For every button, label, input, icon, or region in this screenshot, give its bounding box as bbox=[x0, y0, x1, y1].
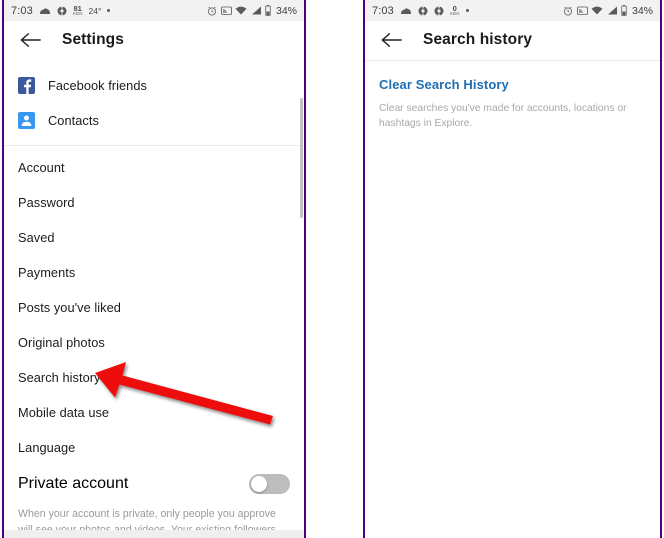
status-bar-left-group: 7:03 0 KB/s bbox=[372, 4, 469, 17]
section-divider bbox=[4, 145, 304, 146]
facebook-icon bbox=[18, 77, 35, 94]
status-time: 7:03 bbox=[11, 4, 33, 17]
sidebar-item-password[interactable]: Password bbox=[4, 185, 304, 220]
page-title: Search history bbox=[423, 31, 533, 48]
sidebar-item-label: Language bbox=[18, 440, 76, 455]
sidebar-item-label: Saved bbox=[18, 230, 55, 245]
sidebar-item-label: Facebook friends bbox=[48, 78, 147, 93]
clear-search-history-description: Clear searches you've made for accounts,… bbox=[379, 103, 627, 129]
sidebar-item-label: Payments bbox=[18, 265, 76, 280]
status-bar-left-group: 7:03 81 KB/s 24° bbox=[11, 4, 111, 17]
network-speed-unit: KB/s bbox=[449, 10, 460, 16]
dot-icon bbox=[107, 9, 111, 12]
alarm-clock-icon bbox=[563, 6, 573, 16]
sidebar-item-contacts[interactable]: Contacts bbox=[4, 103, 304, 138]
sidebar-item-original-photos[interactable]: Original photos bbox=[4, 325, 304, 360]
sidebar-item-facebook-friends[interactable]: Facebook friends bbox=[4, 68, 304, 103]
clipped-row-above bbox=[4, 60, 304, 68]
sidebar-item-label: Original photos bbox=[18, 335, 105, 350]
left-app-bar: Settings bbox=[4, 21, 304, 60]
dot-icon bbox=[465, 9, 469, 12]
battery-icon bbox=[265, 5, 272, 16]
network-speed-indicator: 81 KB/s bbox=[72, 4, 83, 16]
screenshot-stage: 7:03 81 KB/s 24° 34% Settings Facebook f… bbox=[0, 0, 664, 538]
wifi-icon bbox=[235, 6, 247, 15]
cast-icon bbox=[577, 6, 588, 16]
back-arrow-icon[interactable] bbox=[378, 27, 404, 53]
battery-percent: 34% bbox=[631, 4, 653, 17]
alarm-clock-icon bbox=[207, 6, 217, 16]
sidebar-item-label: Posts you've liked bbox=[18, 300, 121, 315]
signal-icon bbox=[251, 6, 262, 15]
sidebar-item-label: Mobile data use bbox=[18, 405, 110, 420]
status-bar-right-group: 34% bbox=[563, 5, 653, 17]
sidebar-item-payments[interactable]: Payments bbox=[4, 255, 304, 290]
sidebar-item-label: Account bbox=[18, 160, 65, 175]
private-account-label: Private account bbox=[18, 474, 129, 492]
sidebar-item-language[interactable]: Language bbox=[4, 430, 304, 465]
settings-scroll-area[interactable]: Facebook friends Contacts Account Passwo… bbox=[4, 60, 304, 538]
vertical-scrollbar[interactable] bbox=[300, 98, 303, 218]
status-bar-right-group: 34% bbox=[207, 5, 297, 17]
network-speed-unit: KB/s bbox=[72, 10, 83, 16]
battery-percent: 34% bbox=[275, 4, 297, 17]
private-account-toggle[interactable] bbox=[249, 473, 290, 494]
battery-icon bbox=[621, 5, 628, 16]
temperature-indicator: 24° bbox=[88, 5, 102, 16]
sidebar-item-posts-youve-liked[interactable]: Posts you've liked bbox=[4, 290, 304, 325]
cloud-icon bbox=[39, 7, 51, 15]
cloud-icon bbox=[400, 7, 412, 15]
wifi-icon bbox=[591, 6, 603, 15]
sidebar-item-search-history[interactable]: Search history bbox=[4, 360, 304, 395]
page-title: Settings bbox=[62, 31, 124, 48]
cast-icon bbox=[221, 6, 232, 16]
search-history-content: Clear Search History Clear searches you'… bbox=[365, 61, 660, 538]
left-phone-frame: 7:03 81 KB/s 24° 34% Settings Facebook f… bbox=[2, 0, 306, 538]
signal-icon bbox=[607, 6, 618, 15]
toggle-knob bbox=[251, 475, 267, 492]
sidebar-item-mobile-data-use[interactable]: Mobile data use bbox=[4, 395, 304, 430]
status-time: 7:03 bbox=[372, 4, 394, 17]
private-account-row[interactable]: Private account bbox=[4, 465, 304, 502]
gear-icon bbox=[418, 5, 428, 16]
sidebar-item-label: Password bbox=[18, 195, 75, 210]
sidebar-item-label: Search history bbox=[18, 370, 101, 385]
sidebar-item-saved[interactable]: Saved bbox=[4, 220, 304, 255]
right-app-bar: Search history bbox=[365, 21, 660, 60]
back-arrow-icon[interactable] bbox=[17, 27, 43, 53]
sidebar-item-account[interactable]: Account bbox=[4, 150, 304, 185]
gear-icon bbox=[57, 5, 67, 16]
bottom-navigation-bar bbox=[4, 530, 304, 538]
network-speed-indicator: 0 KB/s bbox=[449, 4, 460, 16]
contacts-icon bbox=[18, 112, 35, 129]
right-phone-frame: 7:03 0 KB/s 34% Search history Clear Sea… bbox=[363, 0, 662, 538]
gear-icon bbox=[434, 5, 444, 16]
sidebar-item-label: Contacts bbox=[48, 113, 99, 128]
clear-search-history-button[interactable]: Clear Search History bbox=[365, 61, 660, 92]
status-bar-left: 7:03 81 KB/s 24° 34% bbox=[4, 0, 304, 21]
status-bar-right: 7:03 0 KB/s 34% bbox=[365, 0, 660, 21]
